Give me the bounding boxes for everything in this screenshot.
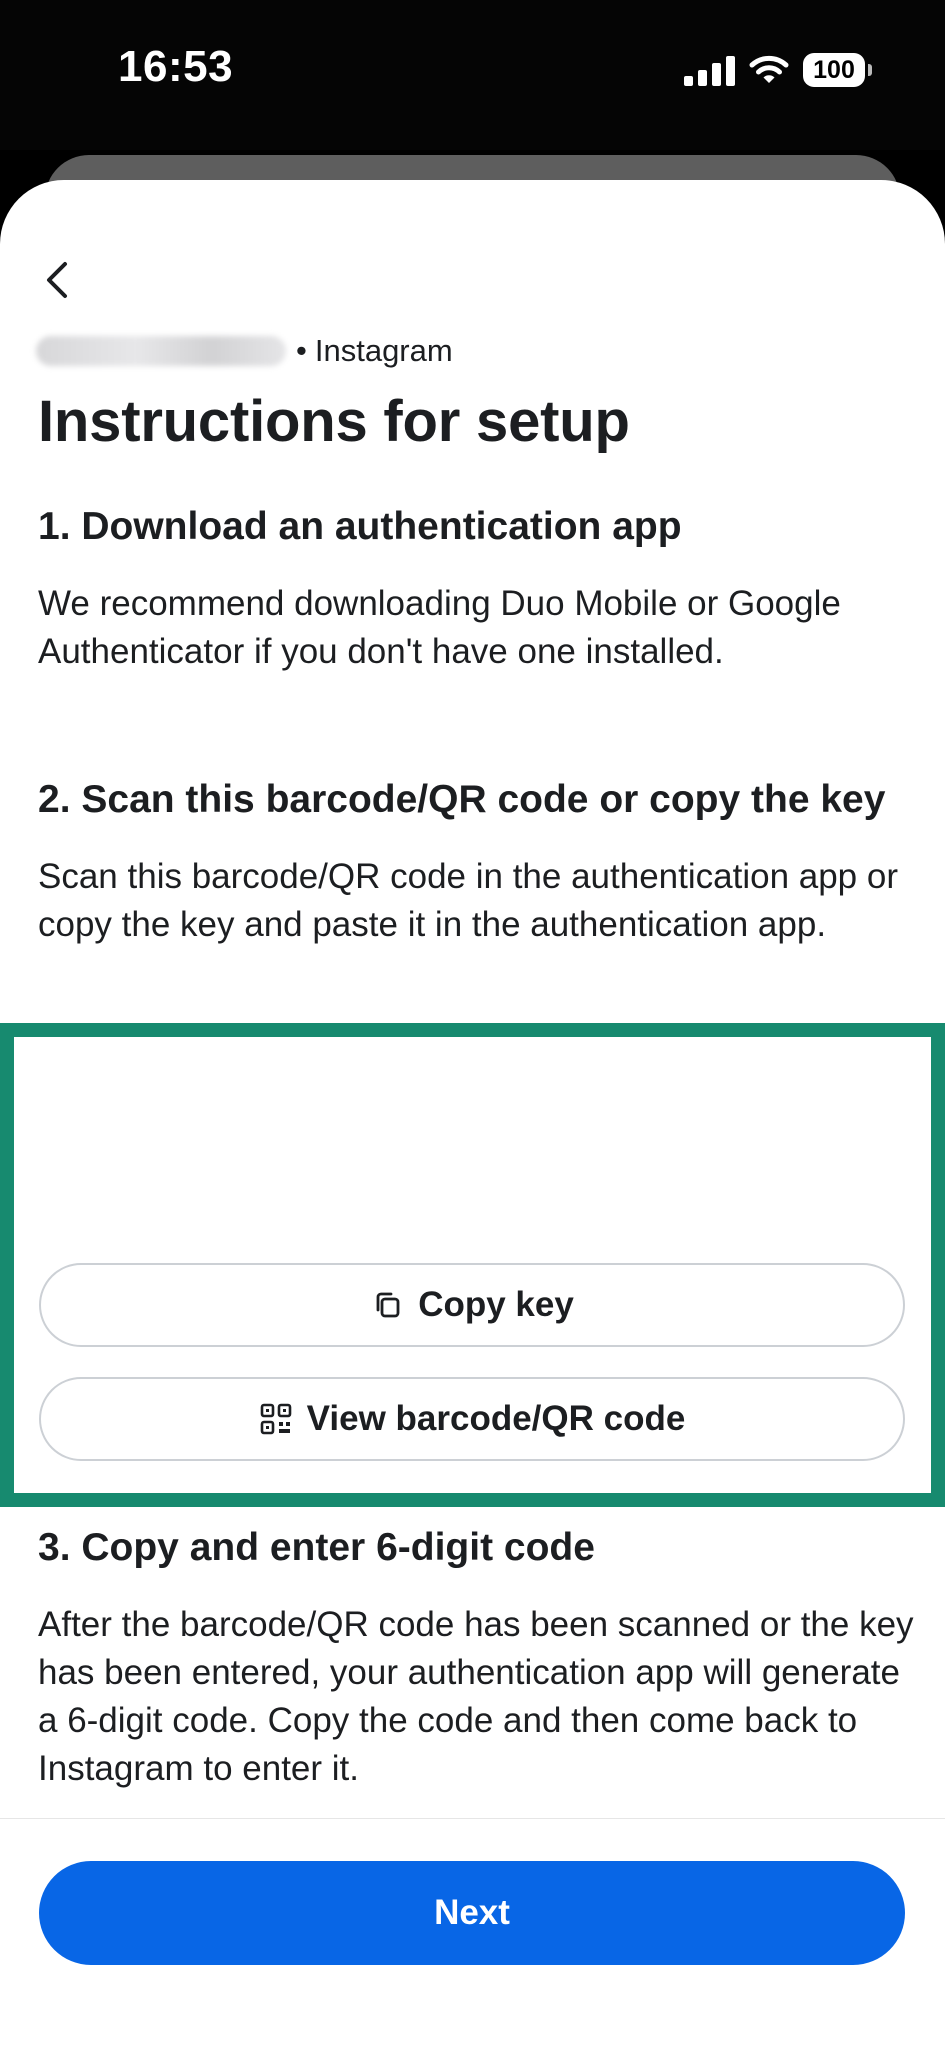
step-2-heading: 2. Scan this barcode/QR code or copy the… [38,778,886,821]
setup-sheet: • Instagram Instructions for setup 1. Do… [0,180,945,2048]
battery-level: 100 [813,55,855,84]
redacted-username [36,336,286,366]
step-3-heading: 3. Copy and enter 6-digit code [38,1526,595,1569]
account-separator: • [296,333,307,368]
next-button[interactable]: Next [39,1861,905,1965]
battery-icon: 100 [803,53,872,87]
view-qr-code-label: View barcode/QR code [306,1399,686,1438]
next-label: Next [434,1893,510,1932]
page-title: Instructions for setup [38,389,630,454]
step-2-body: Scan this barcode/QR code in the authent… [38,857,898,944]
qr-code-icon [260,1403,291,1435]
copy-key-button[interactable]: Copy key [39,1263,905,1347]
status-bar: 16:53 100 [0,0,945,150]
account-line: • Instagram [36,332,453,370]
footer-divider [0,1818,945,1819]
step-1-body: We recommend downloading Duo Mobile or G… [38,584,841,671]
account-app-name: Instagram [314,333,453,368]
step-3-body: After the barcode/QR code has been scann… [38,1605,914,1788]
wifi-icon [749,55,789,83]
chevron-left-icon [47,262,67,298]
copy-icon [376,1292,400,1318]
copy-key-label: Copy key [418,1285,574,1324]
view-qr-code-button[interactable]: View barcode/QR code [39,1377,905,1461]
status-time: 16:53 [118,42,234,91]
cellular-signal-icon [684,54,735,86]
status-icons: 100 [684,50,872,90]
step-1-heading: 1. Download an authentication app [38,505,682,548]
back-button[interactable] [30,252,86,308]
